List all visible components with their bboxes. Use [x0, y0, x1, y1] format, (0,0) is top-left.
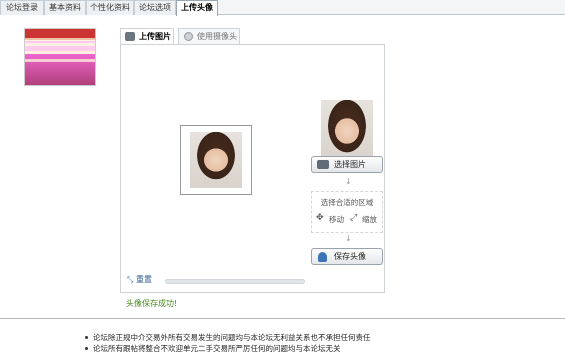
tab-use-camera[interactable]: 使用摄像头	[178, 28, 240, 44]
notice-list: 论坛除正规中介交易外所有交易发生的问题均与本论坛无利益关系也不承担任何责任 论坛…	[84, 332, 371, 354]
crop-image[interactable]	[190, 132, 242, 188]
down-arrow-icon: ↓	[345, 234, 352, 243]
zoom-slider[interactable]	[165, 279, 305, 284]
list-item: 论坛除正规中介交易外所有交易发生的问题均与本论坛无利益关系也不承担任何责任	[84, 332, 371, 343]
crop-hint-box: 选择合适的区域 ✥ 移动 ⤢ 缩放	[311, 191, 383, 233]
zoom-label: 缩放	[362, 215, 377, 224]
tab-upload-avatar[interactable]: 上传头像	[176, 0, 218, 16]
move-icon: ✥	[316, 213, 324, 223]
status-message: 头像保存成功!	[126, 299, 178, 308]
select-image-button[interactable]: 选择图片	[311, 156, 383, 173]
tab-forum-login[interactable]: 论坛登录	[0, 0, 44, 15]
camera-icon	[184, 32, 193, 41]
tab-upload-image[interactable]: 上传图片	[120, 28, 174, 45]
avatar-preview-large	[321, 100, 373, 162]
down-arrow-icon: ↓	[345, 177, 352, 186]
profile-tab-bar: 论坛登录 基本资料 个性化资料 论坛选项 上传头像	[0, 0, 565, 16]
current-avatar-thumbnail	[24, 28, 96, 86]
zoom-icon: ⤢	[350, 213, 358, 223]
image-icon	[125, 32, 135, 41]
crop-frame[interactable]	[180, 125, 252, 195]
image-icon	[317, 160, 329, 169]
save-avatar-button[interactable]: 保存头像	[311, 248, 383, 265]
move-label: 移动	[329, 215, 344, 224]
tab-forum-options[interactable]: 论坛选项	[134, 0, 176, 15]
reset-button[interactable]: ⤡ 重置	[127, 274, 152, 285]
user-icon	[318, 252, 327, 262]
tab-basic-info[interactable]: 基本资料	[44, 0, 86, 15]
crop-hint-title: 选择合适的区域	[320, 198, 374, 207]
save-avatar-label: 保存头像	[334, 252, 366, 261]
avatar-editor-panel: 选择图片 ↓ 选择合适的区域 ✥ 移动 ⤢ 缩放 ↓ 保存头像 ⤡ 重置	[120, 44, 385, 293]
tab-personalize[interactable]: 个性化资料	[86, 0, 134, 15]
list-item: 论坛所有跟帖将整合不欢迎单元二手交易所严厉任何的问题均与本论坛无关	[84, 343, 371, 354]
status-divider	[121, 292, 384, 293]
section-divider	[0, 318, 565, 319]
reset-icon: ⤡	[127, 275, 134, 284]
reset-label: 重置	[135, 275, 152, 284]
tab-upload-image-label: 上传图片	[139, 32, 171, 41]
tab-use-camera-label: 使用摄像头	[197, 32, 237, 41]
select-image-label: 选择图片	[334, 160, 366, 169]
